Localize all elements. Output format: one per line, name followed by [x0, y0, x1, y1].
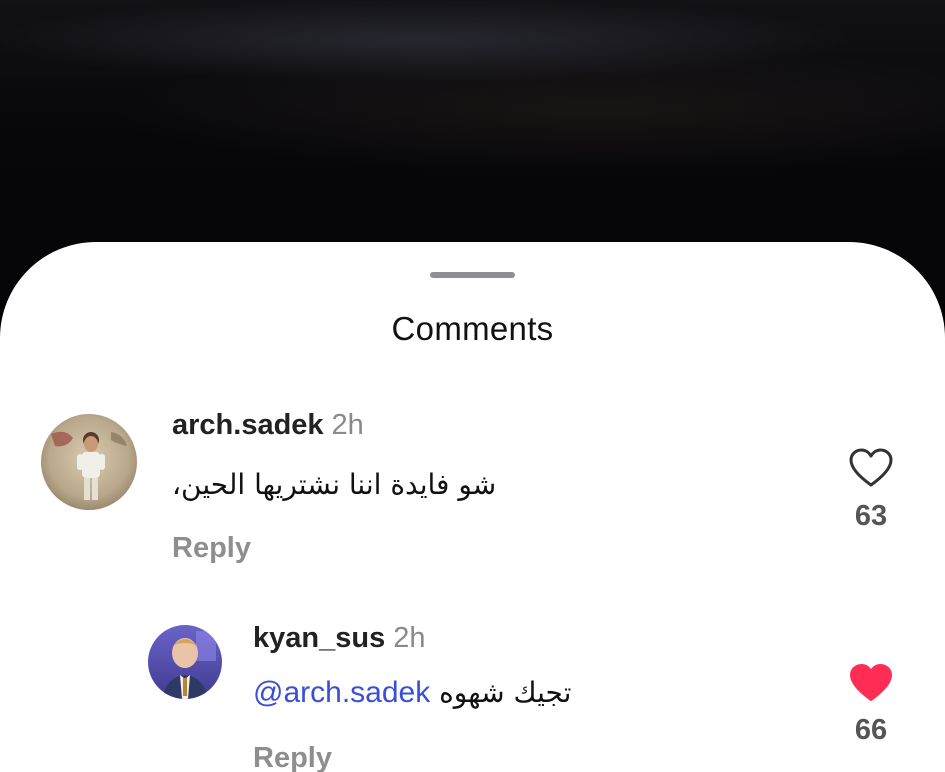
comment-time: 2h — [393, 622, 426, 654]
comment-body: تجيك شهوه — [439, 676, 572, 709]
username[interactable]: arch.sadek — [172, 409, 324, 441]
reply-button[interactable]: Reply — [172, 532, 251, 565]
comment-author[interactable]: kyan_sus 2h — [253, 622, 425, 655]
like-button[interactable] — [849, 448, 893, 488]
drag-handle[interactable] — [430, 272, 515, 278]
avatar-photo — [41, 414, 137, 510]
comments-sheet: Comments arch.sadek 2h شو فايدة اننا نشت… — [0, 242, 945, 772]
username[interactable]: kyan_sus — [253, 622, 385, 654]
mention-link[interactable]: @arch.sadek — [253, 676, 430, 709]
reply-button[interactable]: Reply — [253, 742, 332, 772]
heart-outline-icon — [849, 448, 893, 487]
comment-author[interactable]: arch.sadek 2h — [172, 409, 364, 442]
sheet-title: Comments — [391, 310, 554, 347]
like-count: 63 — [854, 500, 888, 532]
comment-text: شو فايدة اننا نشتريها الحين، — [172, 468, 497, 501]
comment-time: 2h — [331, 409, 364, 441]
comment-text: @arch.sadek تجيك شهوه — [253, 676, 571, 710]
like-button[interactable] — [849, 663, 893, 703]
avatar[interactable] — [41, 414, 137, 510]
avatar-photo — [148, 625, 222, 699]
heart-filled-icon — [850, 664, 892, 701]
like-count: 66 — [854, 714, 888, 746]
avatar[interactable] — [148, 625, 222, 699]
